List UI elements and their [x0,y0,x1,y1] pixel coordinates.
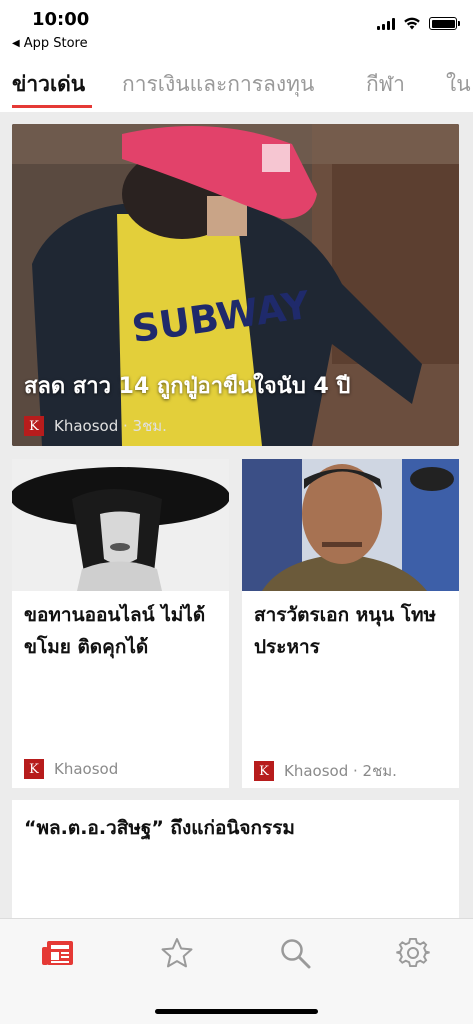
cellular-signal-icon [377,17,395,30]
hero-source-label: Khaosod · 3ชม. [54,417,167,435]
article-source: K Khaosod [24,759,118,779]
category-tabs: ข่าวเด่น การเงินและการลงทุน กีฬา ใน [0,58,473,112]
article-image [242,459,459,591]
gear-icon [396,937,430,968]
article-headline: ขอทานออนไลน์ ไม่ได้ ขโมย ติดคุกได้ [24,604,206,658]
hero-source: K Khaosod · 3ชม. [24,414,167,438]
wifi-icon [404,17,420,30]
article-image [12,459,229,591]
home-indicator[interactable] [155,1009,318,1014]
tab-finance[interactable]: การเงินและการลงทุน [122,68,314,101]
article-headline: สารวัตรเอก หนุน โทษประหาร [254,604,437,658]
tab-news-button[interactable] [38,933,78,973]
hero-article-card[interactable]: SUBWAY สลด สาว 14 ถูกปู่อาขืนใจนับ 4 ปี … [12,124,459,446]
tab-settings-button[interactable] [393,933,433,973]
tab-sports[interactable]: กีฬา [366,68,405,101]
back-to-app-store-link[interactable]: ◀ App Store [12,36,88,51]
status-bar: 10:00 ◀ App Store [0,0,473,58]
article-card-death-penalty[interactable]: สารวัตรเอก หนุน โทษประหาร K Khaosod · 2ช… [242,459,459,788]
khaosod-logo-icon: K [254,761,274,781]
active-tab-indicator [12,105,92,108]
back-caret-icon: ◀ [12,38,20,49]
hero-headline: สลด สาว 14 ถูกปู่อาขืนใจนับ 4 ปี [24,374,351,399]
tab-search-button[interactable] [275,933,315,973]
system-indicators [377,17,460,30]
status-time: 10:00 [32,9,90,30]
tab-favorites-button[interactable] [157,933,197,973]
tab-more[interactable]: ใน [446,68,471,101]
news-icon [42,941,73,965]
bottom-tab-bar [0,918,473,1024]
article-card-begging[interactable]: ขอทานออนไลน์ ไม่ได้ ขโมย ติดคุกได้ K Kha… [12,459,229,788]
article-source: K Khaosod · 2ชม. [254,759,397,783]
star-icon [161,938,193,968]
khaosod-logo-icon: K [24,416,44,436]
search-icon [281,939,311,969]
battery-icon [429,17,460,30]
back-label: App Store [23,36,88,51]
article-source-label: Khaosod [54,760,119,778]
khaosod-logo-icon: K [24,759,44,779]
tab-top-news[interactable]: ข่าวเด่น [12,68,85,101]
article-source-label: Khaosod · 2ชม. [284,762,397,780]
article-headline: “พล.ต.อ.วสิษฐ” ถึงแก่อนิจกรรม [24,817,295,839]
